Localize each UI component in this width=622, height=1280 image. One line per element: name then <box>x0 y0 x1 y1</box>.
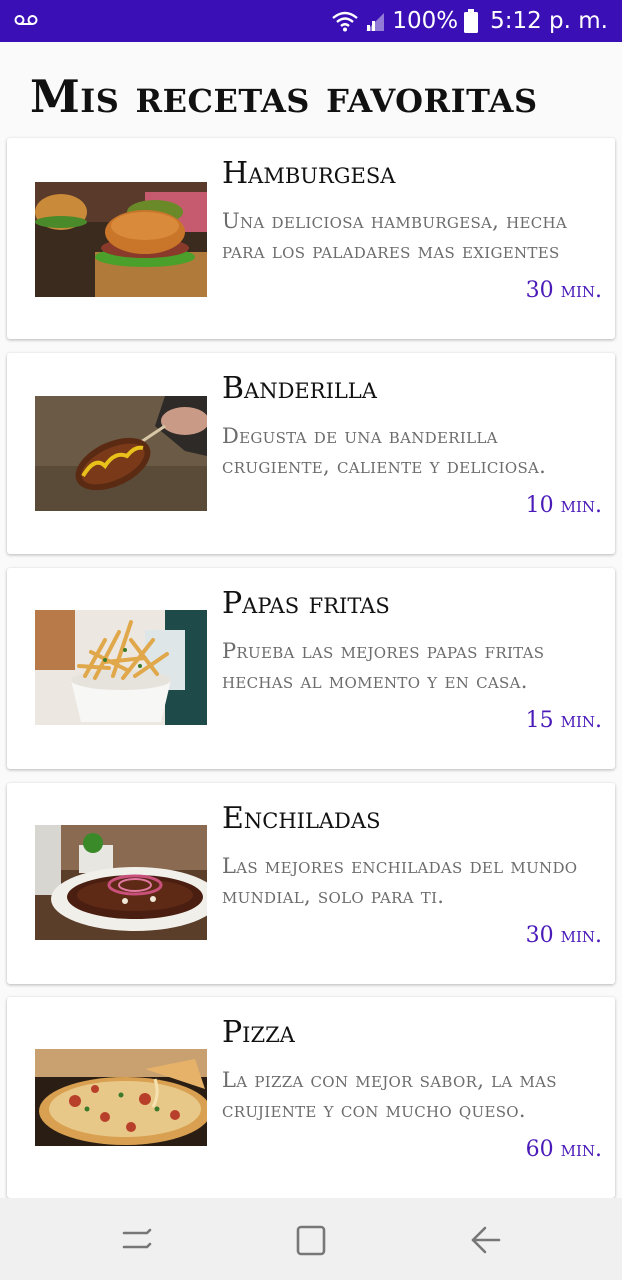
battery-percent: 100% <box>392 8 459 34</box>
recipe-card[interactable]: Banderilla Degusta de una banderilla cru… <box>7 353 615 554</box>
enchiladas-photo <box>35 825 207 940</box>
recipe-title: Enchiladas <box>222 801 381 836</box>
fries-photo <box>35 610 207 725</box>
recipe-title: Papas fritas <box>222 586 390 621</box>
recipe-time: 30 min. <box>525 278 602 303</box>
recipe-description: La pizza con mejor sabor, la mas crujien… <box>222 1068 557 1122</box>
battery-icon <box>464 9 479 33</box>
recipe-time: 60 min. <box>525 1137 602 1162</box>
recipe-description: Prueba las mejores papas fritas hechas a… <box>222 639 545 693</box>
recipe-time: 10 min. <box>525 493 602 518</box>
recent-apps-icon[interactable] <box>117 1220 157 1260</box>
hamburger-photo <box>35 182 207 297</box>
corndog-photo <box>35 396 207 511</box>
recipe-card[interactable]: Hamburgesa Una deliciosa hamburgesa, hec… <box>7 138 615 339</box>
recipe-title: Hamburgesa <box>222 156 396 191</box>
voicemail-icon <box>14 12 38 31</box>
navigation-bar <box>0 1198 622 1280</box>
app-header: Mis recetas favoritas <box>0 42 622 138</box>
signal-icon <box>364 10 386 32</box>
recipe-card[interactable]: Pizza La pizza con mejor sabor, la mas c… <box>7 997 615 1198</box>
back-icon[interactable] <box>465 1220 505 1260</box>
pizza-photo <box>35 1049 207 1164</box>
recipe-time: 15 min. <box>525 708 602 733</box>
recipe-description: Una deliciosa hamburgesa, hecha para los… <box>222 209 568 263</box>
recipe-description: Las mejores enchiladas del mundo mundial… <box>222 854 578 908</box>
page-title: Mis recetas favoritas <box>30 70 538 123</box>
clock: 5:12 p. m. <box>490 8 608 34</box>
recipe-title: Pizza <box>222 1015 295 1050</box>
wifi-icon <box>332 10 359 32</box>
recipe-title: Banderilla <box>222 371 377 406</box>
recipe-card[interactable]: Enchiladas Las mejores enchiladas del mu… <box>7 783 615 984</box>
recipe-card[interactable]: Papas fritas Prueba las mejores papas fr… <box>7 568 615 769</box>
recipe-description: Degusta de una banderilla crugiente, cal… <box>222 424 547 478</box>
recipe-time: 30 min. <box>525 923 602 948</box>
home-icon[interactable] <box>291 1220 331 1260</box>
status-bar: 100% 5:12 p. m. <box>0 0 622 42</box>
